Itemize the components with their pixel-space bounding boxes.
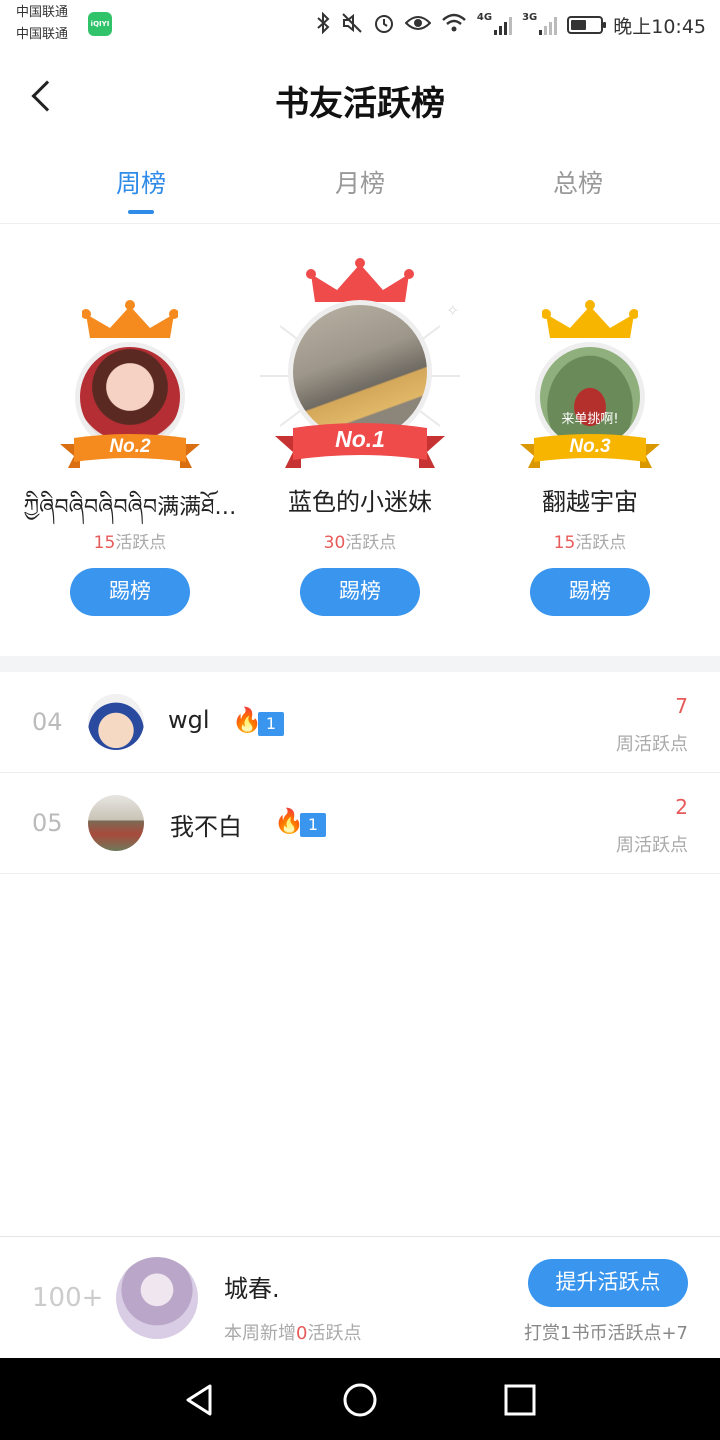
avatar[interactable] xyxy=(116,1257,198,1339)
rank-label: No.2 xyxy=(109,436,151,457)
rank-number: 05 xyxy=(32,809,63,837)
points-text: 15活跃点 xyxy=(480,528,700,553)
nav-back-icon[interactable] xyxy=(180,1380,220,1420)
points-text: 15活跃点 xyxy=(20,528,240,553)
my-points-value: 0 xyxy=(296,1323,308,1344)
nav-recents-icon[interactable] xyxy=(500,1380,540,1420)
tab-bar: 周榜 月榜 总榜 xyxy=(0,150,720,224)
battery-icon xyxy=(567,16,607,34)
svg-text:✧: ✧ xyxy=(446,301,459,320)
mute-icon xyxy=(341,12,363,39)
podium-second: No.2 ཀྱིཞིབཞིབཞིབཞིབ满满ཐོ… 15活跃点 踢榜 xyxy=(20,226,240,626)
podium-first: ✧ No.1 蓝色的小迷妹 30活跃点 踢榜 xyxy=(250,226,470,626)
network-type-label: 3G xyxy=(522,11,538,23)
crown-icon xyxy=(82,300,178,338)
iqiyi-app-icon: iQIYI xyxy=(88,12,112,36)
my-weekly-points: 本周新增0活跃点 xyxy=(224,1319,361,1345)
reward-hint: 打赏1书币活跃点+7 xyxy=(524,1323,688,1344)
user-name[interactable]: 我不白 xyxy=(170,807,242,842)
nav-home-icon[interactable] xyxy=(340,1380,380,1420)
carrier-label: 中国联通 xyxy=(16,27,69,42)
tab-total[interactable]: 总榜 xyxy=(518,164,638,200)
kick-button[interactable]: 踢榜 xyxy=(70,568,190,616)
crown-icon xyxy=(306,258,414,302)
points-value: 15 xyxy=(553,533,576,553)
points-value: 2 xyxy=(675,795,688,819)
kick-button[interactable]: 踢榜 xyxy=(300,568,420,616)
avatar[interactable] xyxy=(88,694,144,750)
status-bar: 中国联通 中国联通 iQIYI 4G 3G 晚上10:45 xyxy=(0,0,720,50)
list-item[interactable]: 05 我不白 🔥 1 2 周活跃点 xyxy=(0,773,720,874)
user-name[interactable]: 蓝色的小迷妹 xyxy=(250,482,470,517)
podium-third: 来单挑啊! No.3 翻越宇宙 15活跃点 踢榜 xyxy=(480,226,700,626)
avatar-caption: 来单挑啊! xyxy=(561,412,619,427)
wifi-icon xyxy=(441,13,467,38)
section-divider xyxy=(0,656,720,672)
points-label: 周活跃点 xyxy=(616,835,688,856)
tab-weekly[interactable]: 周榜 xyxy=(81,164,201,200)
rank-label: No.1 xyxy=(335,426,385,452)
carrier-label: 中国联通 xyxy=(16,5,69,20)
signal-icon xyxy=(494,15,513,35)
clock: 晚上10:45 xyxy=(613,15,706,38)
list-item[interactable]: 04 wgl 🔥 1 7 周活跃点 xyxy=(0,672,720,773)
kick-button[interactable]: 踢榜 xyxy=(530,568,650,616)
rank-number: 04 xyxy=(32,708,63,736)
user-name[interactable]: wgl xyxy=(168,706,210,734)
level-badge: 🔥 1 xyxy=(232,706,284,736)
crown-icon xyxy=(542,300,638,338)
points-value: 15 xyxy=(93,533,116,553)
points-suffix: 活跃点 xyxy=(345,533,397,553)
my-points-prefix: 本周新增 xyxy=(224,1323,296,1344)
level-number: 1 xyxy=(300,813,326,837)
tab-indicator xyxy=(128,210,154,214)
my-rank-number: 100+ xyxy=(32,1283,104,1313)
alarm-icon xyxy=(373,12,395,39)
bluetooth-icon xyxy=(315,11,331,39)
level-number: 1 xyxy=(258,712,284,736)
points-text: 30活跃点 xyxy=(250,528,470,553)
avatar[interactable] xyxy=(88,795,144,851)
system-nav-bar xyxy=(0,1358,720,1440)
network-type-label: 4G xyxy=(476,11,493,23)
points-value: 30 xyxy=(323,533,346,553)
user-name[interactable]: 翻越宇宙 xyxy=(480,482,700,517)
my-rank-bar: 100+ 城春. 本周新增0活跃点 提升活跃点 打赏1书币活跃点+7 xyxy=(0,1236,720,1358)
eye-icon xyxy=(404,13,432,38)
rank-label: No.3 xyxy=(569,436,611,457)
header: 书友活跃榜 xyxy=(0,60,720,140)
ranking-list: 04 wgl 🔥 1 7 周活跃点 05 我不白 🔥 1 2 周活跃点 xyxy=(0,672,720,874)
boost-points-button[interactable]: 提升活跃点 xyxy=(528,1259,688,1307)
level-badge: 🔥 1 xyxy=(274,807,326,837)
ranking-page: 中国联通 中国联通 iQIYI 4G 3G 晚上10:45 书友活跃榜 周榜 月… xyxy=(0,0,720,1440)
page-title: 书友活跃榜 xyxy=(275,84,445,124)
points-label: 周活跃点 xyxy=(616,734,688,755)
tab-monthly[interactable]: 月榜 xyxy=(300,164,420,200)
points-suffix: 活跃点 xyxy=(575,533,627,553)
points-suffix: 活跃点 xyxy=(115,533,167,553)
top-three-podium: No.2 ཀྱིཞིབཞིབཞིབཞིབ满满ཐོ… 15活跃点 踢榜 ✧ No.… xyxy=(0,226,720,656)
points-value: 7 xyxy=(675,694,688,718)
my-user-name: 城春. xyxy=(224,1275,280,1303)
my-points-suffix: 活跃点 xyxy=(307,1323,362,1344)
status-icons: 4G 3G 晚上10:45 xyxy=(315,10,706,40)
signal-icon xyxy=(539,15,558,35)
